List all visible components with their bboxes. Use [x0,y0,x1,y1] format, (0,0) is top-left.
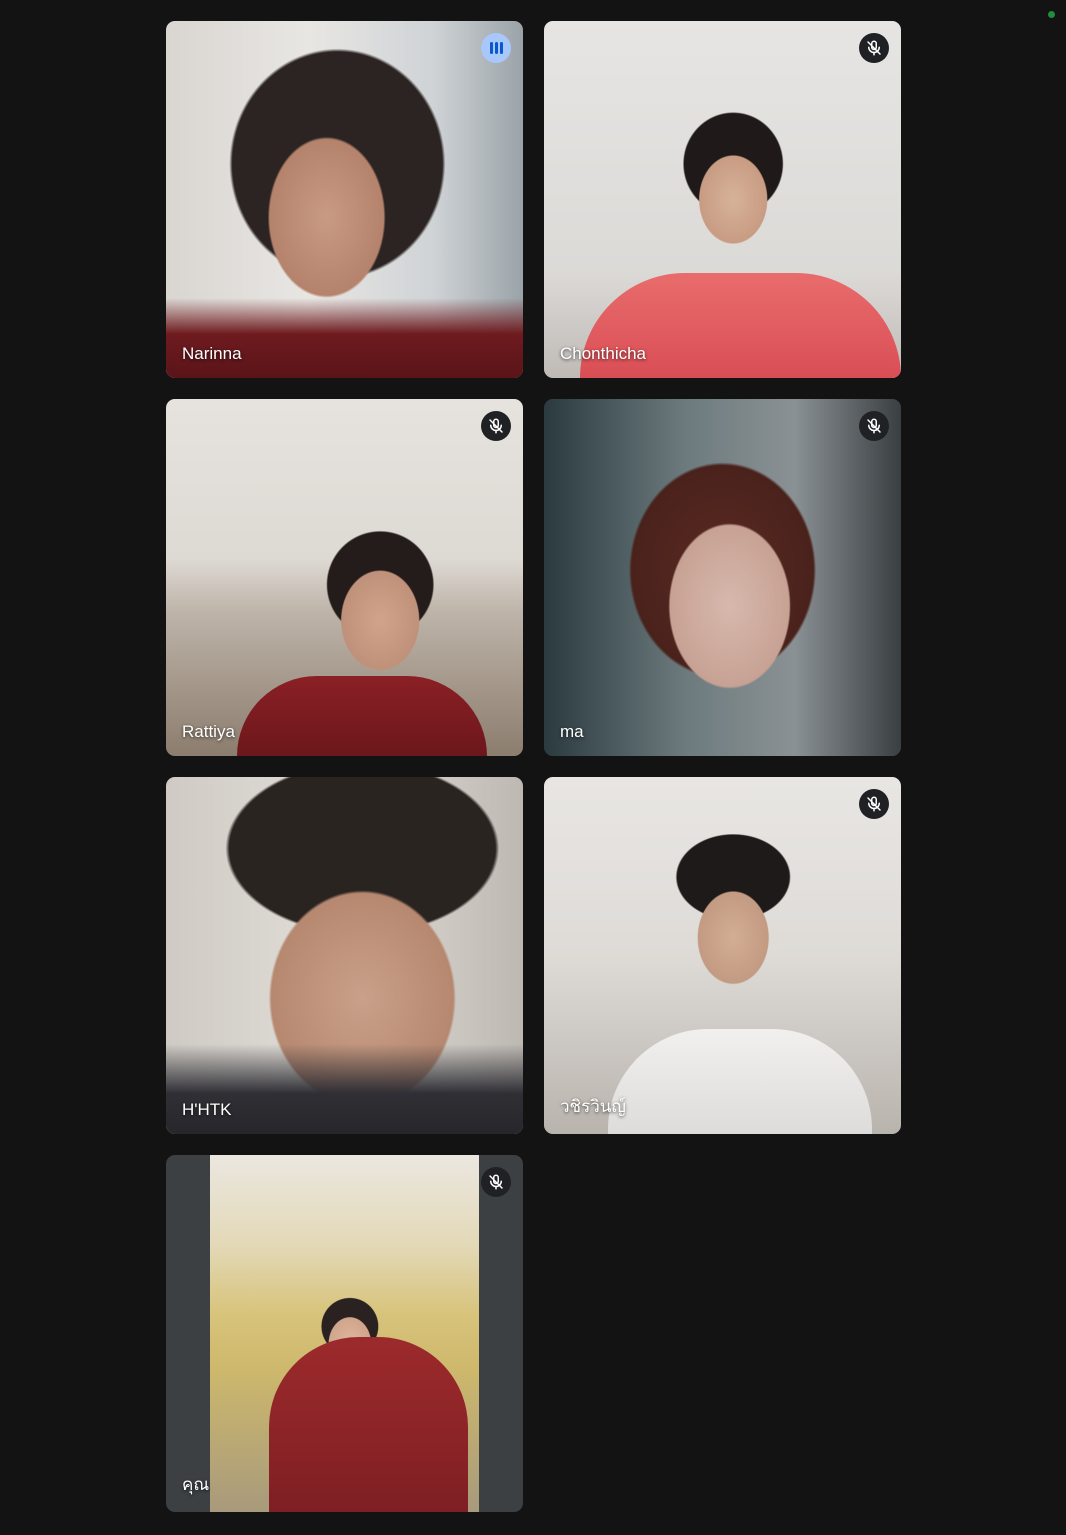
participant-video [166,21,523,378]
mic-off-icon [481,411,511,441]
status-indicator [1048,11,1055,18]
participant-name: ma [560,722,584,741]
participant-video [544,399,901,756]
participant-tile-hhtk[interactable]: H'HTK [166,777,523,1134]
participant-name: H'HTK [182,1100,232,1119]
mic-off-icon [859,411,889,441]
mic-off-icon [859,789,889,819]
participant-video [544,21,901,378]
participant-name: วชิรวินญ์ [560,1097,626,1116]
participant-video [166,777,523,1134]
mic-off-icon [481,1167,511,1197]
participant-name: Rattiya [182,722,235,741]
mic-off-icon [859,33,889,63]
participant-name: คุณ [182,1475,210,1494]
meeting-grid: Narinna Chonthicha Rattiya ma H'HTK วชิร… [0,0,1066,1535]
participant-video [544,777,901,1134]
participant-tile-watcharawin[interactable]: วชิรวินญ์ [544,777,901,1134]
self-video [210,1155,479,1512]
participant-tile-chonthicha[interactable]: Chonthicha [544,21,901,378]
participant-tile-rattiya[interactable]: Rattiya [166,399,523,756]
participant-tile-narinna[interactable]: Narinna [166,21,523,378]
audio-level-icon [481,33,511,63]
participant-name: Chonthicha [560,344,647,363]
participant-video [166,399,523,756]
participant-tile-ma[interactable]: ma [544,399,901,756]
participant-name: Narinna [182,344,242,363]
participant-tile-self[interactable]: คุณ [166,1155,523,1512]
